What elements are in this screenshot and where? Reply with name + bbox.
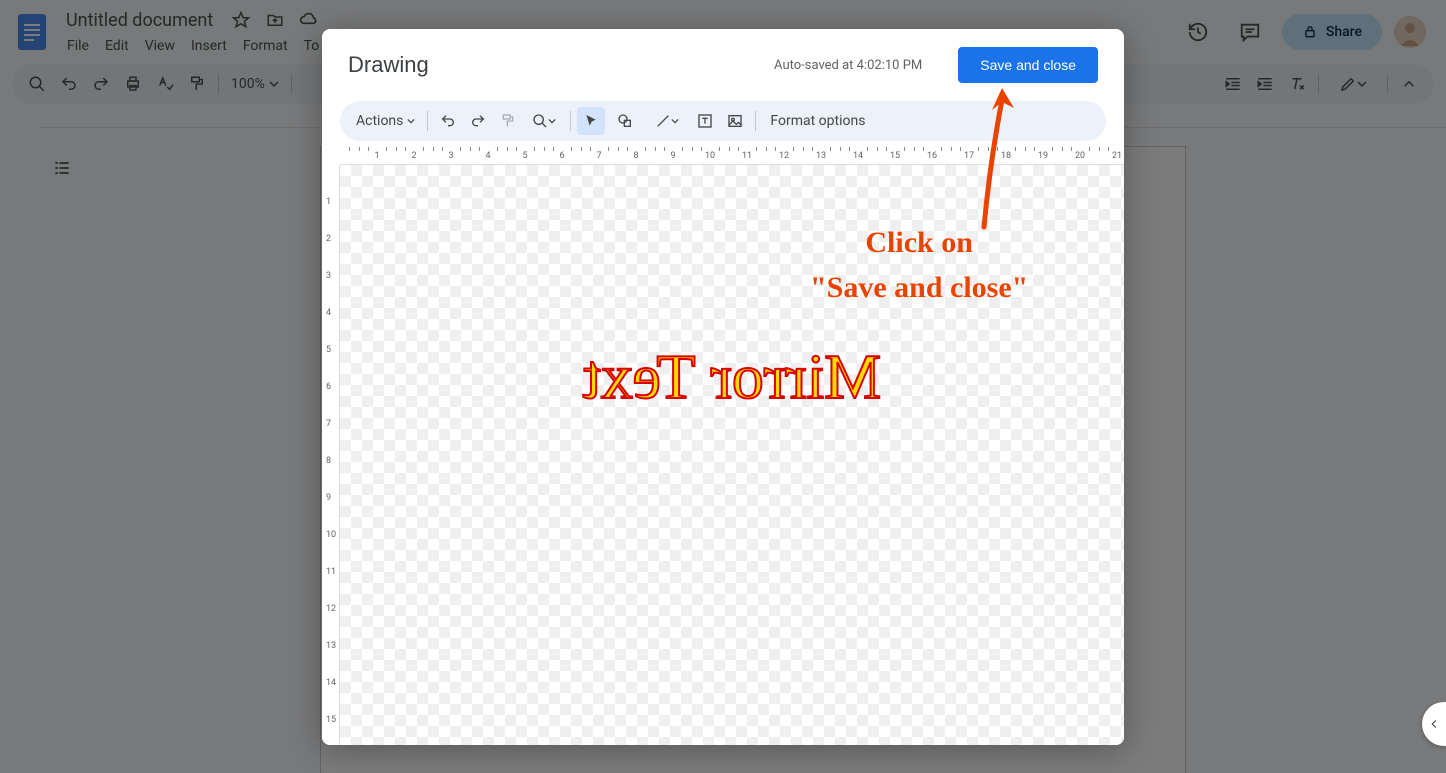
drawing-canvas[interactable]: Mirror Text [340,165,1124,745]
drawing-toolbar: Actions Format options [340,101,1106,141]
toolbar-separator [570,111,571,131]
autosave-status: Auto-saved at 4:02:10 PM [774,58,942,73]
format-options-button[interactable]: Format options [762,113,873,129]
text-box-icon[interactable] [691,107,719,135]
dialog-header: Drawing Auto-saved at 4:02:10 PM Save an… [322,29,1124,95]
drawing-horizontal-ruler: 123456789101112131415161718192021 [340,147,1124,165]
actions-dropdown[interactable]: Actions [350,109,421,133]
undo-icon[interactable] [434,107,462,135]
dialog-title: Drawing [348,52,429,78]
mirror-text-object[interactable]: Mirror Text [583,340,881,414]
paint-format-icon[interactable] [494,107,522,135]
zoom-dropdown[interactable] [524,107,564,135]
toolbar-separator [755,111,756,131]
line-tool-dropdown[interactable] [645,107,689,135]
select-tool-icon[interactable] [577,107,605,135]
drawing-vertical-ruler: 123456789101112131415 [322,165,340,745]
shape-tool-dropdown[interactable] [607,107,643,135]
save-and-close-button[interactable]: Save and close [958,47,1098,83]
toolbar-separator [427,111,428,131]
redo-icon[interactable] [464,107,492,135]
image-icon[interactable] [721,107,749,135]
drawing-dialog: Drawing Auto-saved at 4:02:10 PM Save an… [322,29,1124,745]
